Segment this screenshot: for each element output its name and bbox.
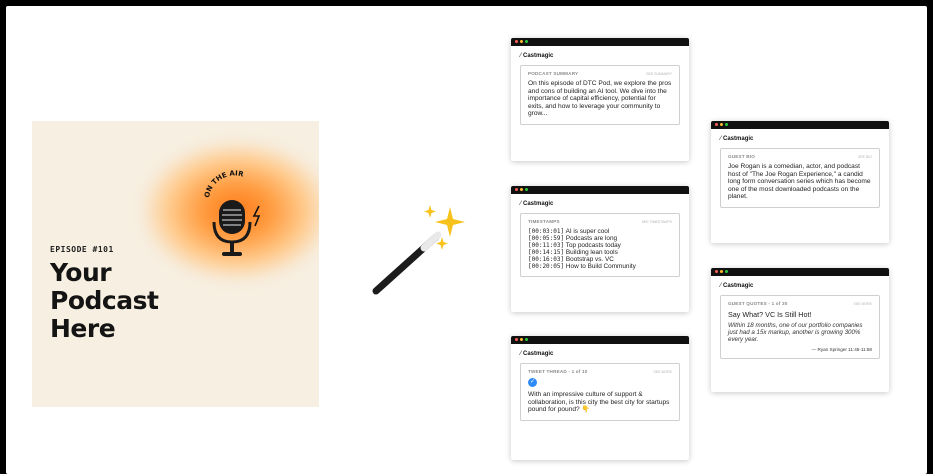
card-label: TWEET THREAD - 1 of 10 [528, 369, 588, 374]
card-more-link[interactable]: SEE BIO [858, 155, 872, 159]
window-titlebar [511, 38, 689, 46]
microphone-icon: ON THE AIR [197, 166, 277, 261]
close-dot[interactable] [515, 188, 518, 191]
timestamp-item[interactable]: [00:16:03] Bootstrap vs. VC [528, 256, 672, 263]
tweet-text: With an impressive culture of support & … [528, 391, 670, 414]
timestamp-item[interactable]: [00:03:01] AI is super cool [528, 228, 672, 235]
close-dot[interactable] [715, 123, 718, 126]
maximize-dot[interactable] [725, 123, 728, 126]
card-label: GUEST BIO [728, 154, 756, 159]
minimize-dot[interactable] [520, 338, 523, 341]
maximize-dot[interactable] [525, 338, 528, 341]
canvas: ON THE AIR EPISODE #101 Your Podcast Her… [6, 6, 927, 474]
maximize-dot[interactable] [525, 188, 528, 191]
close-dot[interactable] [715, 270, 718, 273]
timestamp-item[interactable]: [00:20:05] How to Build Community [528, 263, 672, 270]
summary-window: ⁄ Castmagic PODCAST SUMMARY SEE SUMMARY O… [511, 38, 689, 161]
magic-wand-icon [364, 201, 474, 301]
minimize-dot[interactable] [520, 40, 523, 43]
card-more-link[interactable]: SEE SUMMARY [646, 72, 672, 76]
checkmark-icon: ✓ [528, 378, 537, 387]
close-dot[interactable] [515, 338, 518, 341]
minimize-dot[interactable] [720, 270, 723, 273]
brand-logo: ⁄ Castmagic [520, 201, 554, 207]
bio-card: GUEST BIO SEE BIO Joe Rogan is a comedia… [720, 148, 880, 208]
window-titlebar [511, 336, 689, 344]
podcast-cover: ON THE AIR EPISODE #101 Your Podcast Her… [32, 121, 319, 407]
tweet-window: ⁄ Castmagic TWEET THREAD - 1 of 10 SEE MO… [511, 336, 689, 460]
bio-text: Joe Rogan is a comedian, actor, and podc… [728, 163, 871, 201]
tweet-card: TWEET THREAD - 1 of 10 SEE MORE ✓ With a… [520, 363, 680, 421]
brand-logo: ⁄ Castmagic [520, 53, 554, 59]
card-more-link[interactable]: SEE TIMESTAMPS [642, 220, 672, 224]
minimize-dot[interactable] [520, 188, 523, 191]
timestamp-item[interactable]: [00:14:15] Building lean tools [528, 249, 672, 256]
title-line: Podcast [50, 286, 159, 315]
minimize-dot[interactable] [720, 123, 723, 126]
quotes-card: GUEST QUOTES - 1 of 30 SEE MORE Say What… [720, 295, 880, 359]
card-more-link[interactable]: SEE MORE [854, 302, 872, 306]
summary-text: On this episode of DTC Pod, we explore t… [528, 80, 672, 118]
window-titlebar [711, 268, 889, 276]
card-label: TIMESTAMPS [528, 219, 560, 224]
bio-window: ⁄ Castmagic GUEST BIO SEE BIO Joe Rogan i… [711, 121, 889, 243]
title-line: Your [50, 258, 112, 287]
podcast-title: Your Podcast Here [50, 259, 230, 343]
summary-card: PODCAST SUMMARY SEE SUMMARY On this epis… [520, 65, 680, 125]
brand-logo: ⁄ Castmagic [720, 283, 754, 289]
episode-label: EPISODE #101 [50, 245, 114, 254]
timestamp-item[interactable]: [00:11:03] Top podcasts today [528, 242, 672, 249]
quotes-window: ⁄ Castmagic GUEST QUOTES - 1 of 30 SEE MO… [711, 268, 889, 392]
lightning-icon [252, 205, 261, 227]
card-label: PODCAST SUMMARY [528, 71, 579, 76]
card-label: GUEST QUOTES - 1 of 30 [728, 301, 788, 306]
maximize-dot[interactable] [525, 40, 528, 43]
close-dot[interactable] [515, 40, 518, 43]
card-more-link[interactable]: SEE MORE [654, 370, 672, 374]
title-line: Here [50, 314, 116, 343]
brand-logo: ⁄ Castmagic [520, 351, 554, 357]
maximize-dot[interactable] [725, 270, 728, 273]
quote-text: Within 18 months, one of our portfolio c… [728, 322, 863, 344]
timestamps-card: TIMESTAMPS SEE TIMESTAMPS [00:03:01] AI … [520, 213, 680, 277]
timestamp-item[interactable]: [00:05:59] Podcasts are long [528, 235, 672, 242]
window-titlebar [511, 186, 689, 194]
window-titlebar [711, 121, 889, 129]
quote-title: Say What? VC Is Still Hot! [728, 310, 812, 319]
timestamps-window: ⁄ Castmagic TIMESTAMPS SEE TIMESTAMPS [00… [511, 186, 689, 312]
brand-logo: ⁄ Castmagic [720, 136, 754, 142]
on-air-badge: ON THE AIR [203, 169, 245, 198]
quote-author: — Ryan Springer 11:45-11:58 [811, 346, 872, 352]
